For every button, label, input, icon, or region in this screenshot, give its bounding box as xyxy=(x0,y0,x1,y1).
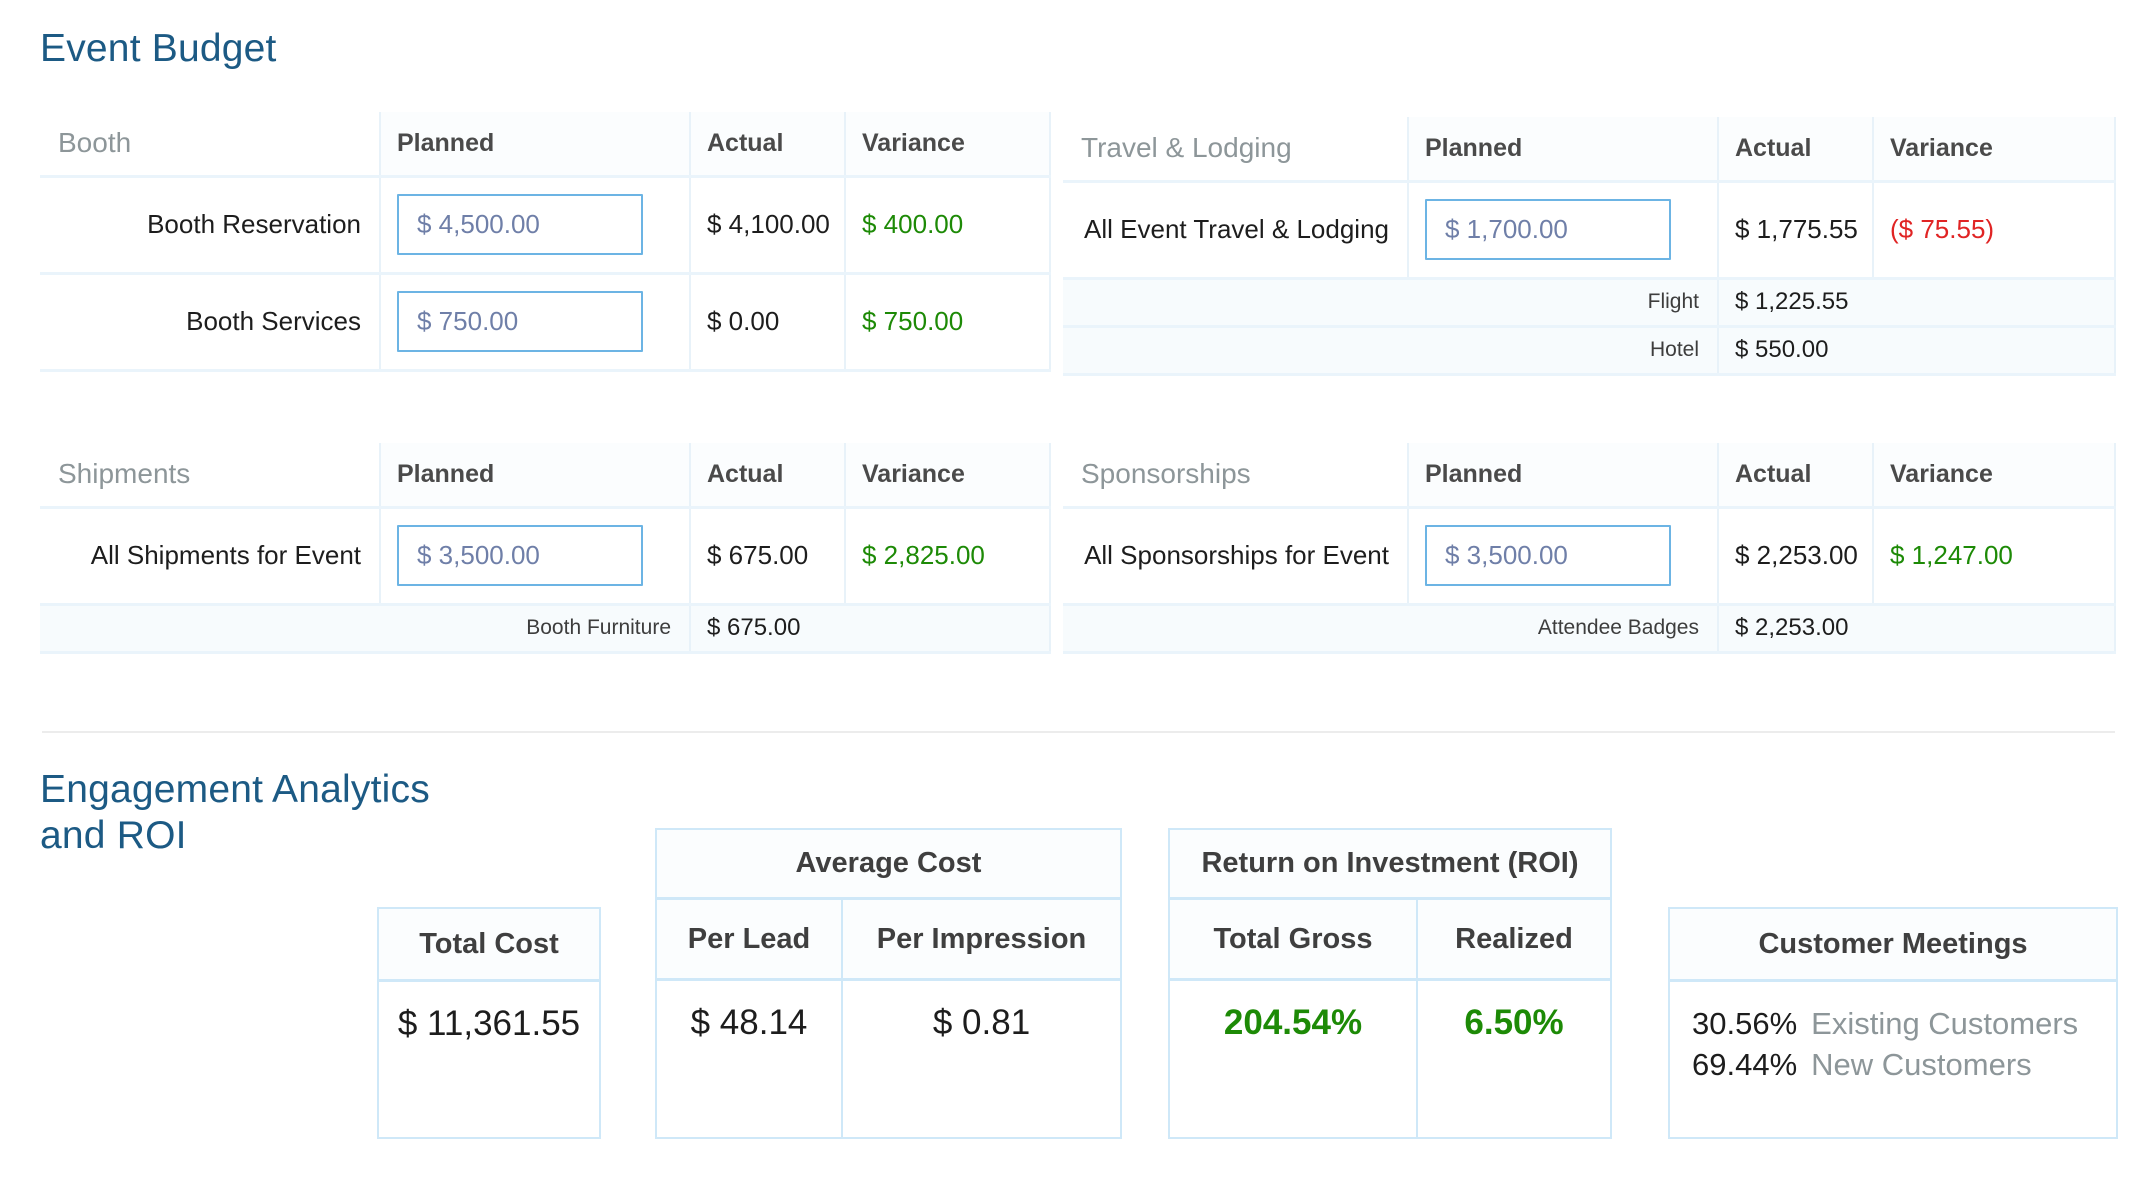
table-subrow: Attendee Badges $ 2,253.00 xyxy=(1063,604,2115,652)
planned-cell: $ 1,700.00 xyxy=(1408,181,1718,278)
column-header-actual: Actual xyxy=(1718,117,1873,181)
planned-cell: $ 3,500.00 xyxy=(1408,507,1718,604)
variance-cell-all-event-travel-lodging: ($ 75.55) xyxy=(1873,181,2115,278)
subrow-variance-blank xyxy=(1873,326,2115,374)
subrow-actual-attendee-badges: $ 2,253.00 xyxy=(1718,604,1873,652)
subrow-label-attendee-badges: Attendee Badges xyxy=(1063,604,1718,652)
kpi-value-total-gross: 204.54% xyxy=(1170,981,1416,1137)
row-label-booth-services: Booth Services xyxy=(40,273,380,370)
kpi-value-realized: 6.50% xyxy=(1416,981,1610,1137)
subrow-variance-blank xyxy=(845,604,1050,652)
subrow-label-hotel: Hotel xyxy=(1063,326,1718,374)
group-label-shipments: Shipments xyxy=(40,443,380,507)
table-subrow: Hotel $ 550.00 xyxy=(1063,326,2115,374)
actual-cell-all-shipments-for-event: $ 675.00 xyxy=(690,507,845,604)
kpi-subheader-total-gross: Total Gross xyxy=(1170,900,1416,978)
actual-cell-all-event-travel-lodging: $ 1,775.55 xyxy=(1718,181,1873,278)
subrow-actual-hotel: $ 550.00 xyxy=(1718,326,1873,374)
table-row: Booth Services $ 750.00 $ 0.00 $ 750.00 xyxy=(40,273,1050,370)
actual-cell-all-sponsorships-for-event: $ 2,253.00 xyxy=(1718,507,1873,604)
planned-input-all-event-travel-lodging[interactable]: $ 1,700.00 xyxy=(1425,199,1671,260)
variance-cell-booth-services: $ 750.00 xyxy=(845,273,1050,370)
kpi-card-customer-meetings: Customer Meetings 30.56% Existing Custom… xyxy=(1668,907,2118,1139)
planned-cell: $ 3,500.00 xyxy=(380,507,690,604)
column-header-actual: Actual xyxy=(690,112,845,176)
kpi-card-return-on-investment: Return on Investment (ROI) Total Gross R… xyxy=(1168,828,1612,1139)
row-label-all-shipments-for-event: All Shipments for Event xyxy=(40,507,380,604)
planned-input-booth-services[interactable]: $ 750.00 xyxy=(397,291,643,352)
budget-table-booth: Booth Planned Actual Variance Booth Rese… xyxy=(40,112,1051,372)
planned-cell: $ 4,500.00 xyxy=(380,176,690,273)
column-header-planned: Planned xyxy=(1408,117,1718,181)
actual-cell-booth-reservation: $ 4,100.00 xyxy=(690,176,845,273)
subrow-actual-flight: $ 1,225.55 xyxy=(1718,278,1873,326)
customer-meetings-label-new: New Customers xyxy=(1811,1045,2032,1086)
column-header-actual: Actual xyxy=(1718,443,1873,507)
customer-meetings-label-existing: Existing Customers xyxy=(1811,1004,2078,1045)
subrow-variance-blank xyxy=(1873,278,2115,326)
subrow-variance-blank xyxy=(1873,604,2115,652)
column-header-planned: Planned xyxy=(1408,443,1718,507)
list-item: 69.44% New Customers xyxy=(1692,1045,2116,1086)
budget-table-shipments: Shipments Planned Actual Variance All Sh… xyxy=(40,443,1051,654)
section-divider xyxy=(42,731,2115,733)
table-row: All Event Travel & Lodging $ 1,700.00 $ … xyxy=(1063,181,2115,278)
table-header-row: Sponsorships Planned Actual Variance xyxy=(1063,443,2115,507)
variance-cell-all-shipments-for-event: $ 2,825.00 xyxy=(845,507,1050,604)
table-row: All Sponsorships for Event $ 3,500.00 $ … xyxy=(1063,507,2115,604)
budget-table-sponsorships: Sponsorships Planned Actual Variance All… xyxy=(1063,443,2116,654)
planned-input-booth-reservation[interactable]: $ 4,500.00 xyxy=(397,194,643,255)
subrow-actual-booth-furniture: $ 675.00 xyxy=(690,604,845,652)
row-label-booth-reservation: Booth Reservation xyxy=(40,176,380,273)
column-header-variance: Variance xyxy=(845,112,1050,176)
kpi-title-roi: Return on Investment (ROI) xyxy=(1170,830,1610,900)
group-label-sponsorships: Sponsorships xyxy=(1063,443,1408,507)
table-row: All Shipments for Event $ 3,500.00 $ 675… xyxy=(40,507,1050,604)
event-budget-page: Event Budget Booth Planned Actual Varian… xyxy=(0,0,2143,1200)
group-label-travel-lodging: Travel & Lodging xyxy=(1063,117,1408,181)
kpi-subheader-realized: Realized xyxy=(1416,900,1610,978)
variance-cell-booth-reservation: $ 400.00 xyxy=(845,176,1050,273)
subrow-label-booth-furniture: Booth Furniture xyxy=(40,604,690,652)
kpi-subheader-per-lead: Per Lead xyxy=(657,900,841,978)
column-header-variance: Variance xyxy=(1873,117,2115,181)
planned-cell: $ 750.00 xyxy=(380,273,690,370)
page-title-engagement-analytics: Engagement Analytics and ROI xyxy=(40,767,430,859)
customer-meetings-body: 30.56% Existing Customers 69.44% New Cus… xyxy=(1670,982,2116,1086)
budget-table-travel-lodging: Travel & Lodging Planned Actual Variance… xyxy=(1063,117,2116,376)
group-label-booth: Booth xyxy=(40,112,380,176)
column-header-planned: Planned xyxy=(380,112,690,176)
kpi-card-average-cost: Average Cost Per Lead Per Impression $ 4… xyxy=(655,828,1122,1139)
kpi-title-total-cost: Total Cost xyxy=(379,909,599,982)
actual-cell-booth-services: $ 0.00 xyxy=(690,273,845,370)
planned-input-all-shipments-for-event[interactable]: $ 3,500.00 xyxy=(397,525,643,586)
kpi-card-total-cost: Total Cost $ 11,361.55 xyxy=(377,907,601,1139)
table-header-row: Shipments Planned Actual Variance xyxy=(40,443,1050,507)
column-header-variance: Variance xyxy=(1873,443,2115,507)
table-subrow: Flight $ 1,225.55 xyxy=(1063,278,2115,326)
kpi-title-average-cost: Average Cost xyxy=(657,830,1120,900)
column-header-variance: Variance xyxy=(845,443,1050,507)
row-label-all-sponsorships-for-event: All Sponsorships for Event xyxy=(1063,507,1408,604)
table-subrow: Booth Furniture $ 675.00 xyxy=(40,604,1050,652)
page-title-event-budget: Event Budget xyxy=(40,26,277,72)
variance-cell-all-sponsorships-for-event: $ 1,247.00 xyxy=(1873,507,2115,604)
kpi-subheader-per-impression: Per Impression xyxy=(841,900,1120,978)
subrow-label-flight: Flight xyxy=(1063,278,1718,326)
list-item: 30.56% Existing Customers xyxy=(1692,1004,2116,1045)
table-row: Booth Reservation $ 4,500.00 $ 4,100.00 … xyxy=(40,176,1050,273)
kpi-value-per-lead: $ 48.14 xyxy=(657,981,841,1137)
planned-input-all-sponsorships-for-event[interactable]: $ 3,500.00 xyxy=(1425,525,1671,586)
column-header-planned: Planned xyxy=(380,443,690,507)
column-header-actual: Actual xyxy=(690,443,845,507)
kpi-title-customer-meetings: Customer Meetings xyxy=(1670,909,2116,982)
kpi-value-total-cost: $ 11,361.55 xyxy=(379,982,599,1138)
table-header-row: Booth Planned Actual Variance xyxy=(40,112,1050,176)
kpi-value-per-impression: $ 0.81 xyxy=(841,981,1120,1137)
customer-meetings-pct-existing: 30.56% xyxy=(1692,1004,1797,1045)
customer-meetings-pct-new: 69.44% xyxy=(1692,1045,1797,1086)
row-label-all-event-travel-lodging: All Event Travel & Lodging xyxy=(1063,181,1408,278)
table-header-row: Travel & Lodging Planned Actual Variance xyxy=(1063,117,2115,181)
